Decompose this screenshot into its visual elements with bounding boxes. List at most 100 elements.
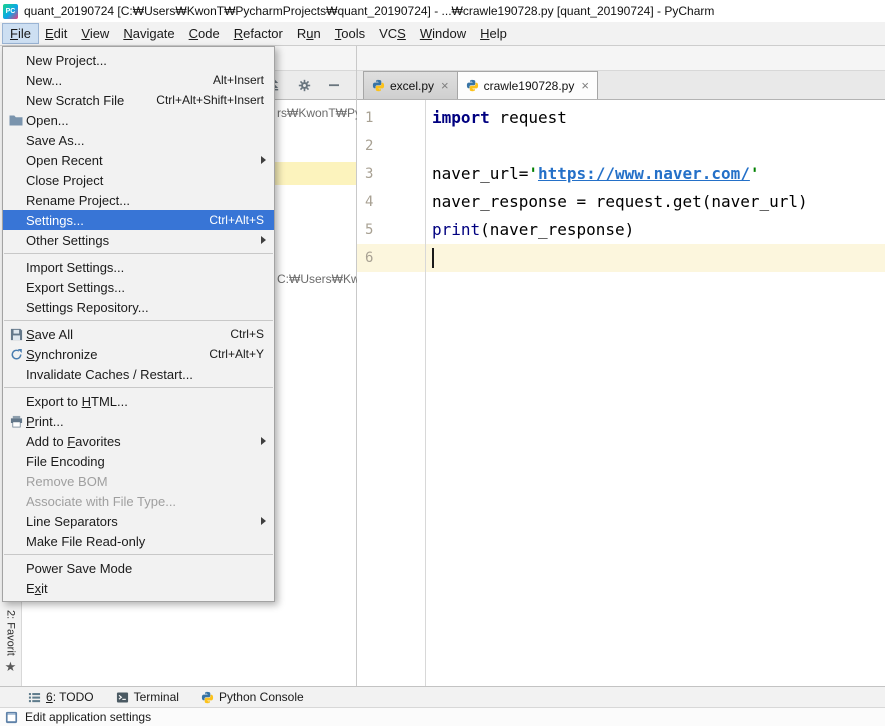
- menu-item-save-all[interactable]: Save All Ctrl+S: [3, 324, 274, 344]
- terminal-icon: [116, 691, 129, 704]
- menubar-item-view[interactable]: View: [74, 24, 116, 43]
- menubar-item-refactor[interactable]: Refactor: [227, 24, 290, 43]
- menu-item-new-project[interactable]: New Project...: [3, 50, 274, 70]
- menubar-item-window[interactable]: Window: [413, 24, 473, 43]
- menu-item-label: Line Separators: [26, 513, 118, 529]
- project-path-fragment-bottom: C:₩Users₩Kwo: [277, 272, 367, 286]
- code-line-2[interactable]: [426, 132, 885, 160]
- line-number-1[interactable]: 1: [357, 104, 425, 132]
- menu-item-label: Open Recent: [26, 152, 103, 168]
- menu-item-label: File Encoding: [26, 453, 105, 469]
- menubar-item-code[interactable]: Code: [182, 24, 227, 43]
- printer-icon: [6, 415, 26, 428]
- menu-item-shortcut: Ctrl+Alt+S: [209, 213, 264, 227]
- menubar-item-file[interactable]: File: [2, 23, 39, 44]
- menu-item-import-settings[interactable]: Import Settings...: [3, 257, 274, 277]
- menu-item-label: Rename Project...: [26, 192, 131, 208]
- menubar-item-tools[interactable]: Tools: [328, 24, 372, 43]
- menu-item-label: Synchronize: [26, 346, 98, 362]
- code-line-1[interactable]: import request: [426, 104, 885, 132]
- menu-item-settings-repository[interactable]: Settings Repository...: [3, 297, 274, 317]
- close-tab-icon[interactable]: ×: [441, 79, 449, 92]
- menu-item-line-separators[interactable]: Line Separators: [3, 511, 274, 531]
- code-token: print: [432, 220, 481, 239]
- title-bar[interactable]: PC quant_20190724 [C:₩Users₩KwonT₩Pychar…: [0, 0, 885, 22]
- menu-item-other-settings[interactable]: Other Settings: [3, 230, 274, 250]
- star-icon: ★: [4, 660, 17, 675]
- code-line-5[interactable]: print(naver_response): [426, 216, 885, 244]
- sync-icon: [6, 348, 26, 361]
- editor-tab-excel-py[interactable]: excel.py ×: [363, 71, 458, 99]
- line-number-5[interactable]: 5: [357, 216, 425, 244]
- menu-item-exit[interactable]: Exit: [3, 578, 274, 598]
- menu-separator: [4, 320, 273, 321]
- editor-body[interactable]: 123456 import request naver_url='https://…: [357, 100, 885, 686]
- menu-item-export-to-html[interactable]: Export to HTML...: [3, 391, 274, 411]
- toolwindow-button-label: 6: TODO: [46, 690, 94, 704]
- editor-area: excel.py × crawle190728.py × 123456 import …: [357, 46, 885, 686]
- menu-item-open[interactable]: Open...: [3, 110, 274, 130]
- code-line-6[interactable]: [426, 244, 885, 272]
- menu-item-label: Save As...: [26, 132, 85, 148]
- menu-item-make-file-read-only[interactable]: Make File Read-only: [3, 531, 274, 551]
- menu-item-synchronize[interactable]: Synchronize Ctrl+Alt+Y: [3, 344, 274, 364]
- menubar-item-run[interactable]: Run: [290, 24, 328, 43]
- menu-item-shortcut: Ctrl+Alt+Y: [209, 347, 264, 361]
- toolwindow-button-python-console[interactable]: Python Console: [201, 690, 304, 704]
- menu-item-rename-project[interactable]: Rename Project...: [3, 190, 274, 210]
- menu-item-new[interactable]: New... Alt+Insert: [3, 70, 274, 90]
- menu-item-save-as[interactable]: Save As...: [3, 130, 274, 150]
- menu-item-print[interactable]: Print...: [3, 411, 274, 431]
- menu-item-close-project[interactable]: Close Project: [3, 170, 274, 190]
- line-number-3[interactable]: 3: [357, 160, 425, 188]
- close-tab-icon[interactable]: ×: [581, 79, 589, 92]
- code-line-3[interactable]: naver_url='https://www.naver.com/': [426, 160, 885, 188]
- menu-item-file-encoding[interactable]: File Encoding: [3, 451, 274, 471]
- menu-item-export-settings[interactable]: Export Settings...: [3, 277, 274, 297]
- menubar-item-vcs[interactable]: VCS: [372, 24, 413, 43]
- menu-item-power-save-mode[interactable]: Power Save Mode: [3, 558, 274, 578]
- status-hint-text: Edit application settings: [25, 710, 152, 724]
- editor-tab-crawle190728-py[interactable]: crawle190728.py ×: [456, 71, 598, 99]
- menu-item-open-recent[interactable]: Open Recent: [3, 150, 274, 170]
- code-token: ': [528, 164, 538, 183]
- code-token: naver_response = request.get(naver_url): [432, 192, 808, 211]
- editor-tab-bar: excel.py × crawle190728.py ×: [357, 71, 885, 100]
- menu-item-shortcut: Alt+Insert: [212, 73, 264, 87]
- code-line-4[interactable]: naver_response = request.get(naver_url): [426, 188, 885, 216]
- menu-item-label: Remove BOM: [26, 473, 108, 489]
- submenu-arrow-icon: [261, 156, 266, 164]
- toolwindow-button-label: Terminal: [133, 690, 179, 704]
- menu-item-label: New...: [26, 72, 63, 88]
- favorites-toolwindow-button[interactable]: 2: Favorit ★: [0, 610, 21, 674]
- menu-item-settings[interactable]: Settings... Ctrl+Alt+S: [3, 210, 274, 230]
- menu-item-label: Settings...: [26, 212, 84, 228]
- menu-item-add-to-favorites[interactable]: Add to Favorites: [3, 431, 274, 451]
- hide-panel-icon[interactable]: [328, 79, 340, 91]
- submenu-arrow-icon: [261, 437, 266, 445]
- python-file-icon: [466, 79, 479, 92]
- folder-icon: [6, 114, 26, 126]
- menu-item-label: Open...: [26, 112, 69, 128]
- menubar-item-help[interactable]: Help: [473, 24, 514, 43]
- menu-item-remove-bom: Remove BOM: [3, 471, 274, 491]
- toolwindow-button-terminal[interactable]: Terminal: [116, 690, 179, 704]
- line-number-6[interactable]: 6: [357, 244, 425, 272]
- menubar-item-edit[interactable]: Edit: [38, 24, 74, 43]
- settings-window-icon: [5, 711, 18, 724]
- line-number-4[interactable]: 4: [357, 188, 425, 216]
- code-area[interactable]: import request naver_url='https://www.nav…: [426, 100, 885, 686]
- submenu-arrow-icon: [261, 517, 266, 525]
- menu-item-invalidate-caches-restart[interactable]: Invalidate Caches / Restart...: [3, 364, 274, 384]
- code-token: import: [432, 108, 490, 127]
- menu-item-label: Invalidate Caches / Restart...: [26, 366, 193, 382]
- toolwindow-button-6-todo[interactable]: 6: TODO: [28, 690, 94, 704]
- menubar-item-navigate[interactable]: Navigate: [116, 24, 181, 43]
- line-number-2[interactable]: 2: [357, 132, 425, 160]
- gear-icon[interactable]: [298, 79, 311, 92]
- menu-separator: [4, 253, 273, 254]
- menu-item-new-scratch-file[interactable]: New Scratch File Ctrl+Alt+Shift+Insert: [3, 90, 274, 110]
- menu-item-label: Add to Favorites: [26, 433, 121, 449]
- menu-item-shortcut: Ctrl+S: [230, 327, 264, 341]
- python-file-icon: [372, 79, 385, 92]
